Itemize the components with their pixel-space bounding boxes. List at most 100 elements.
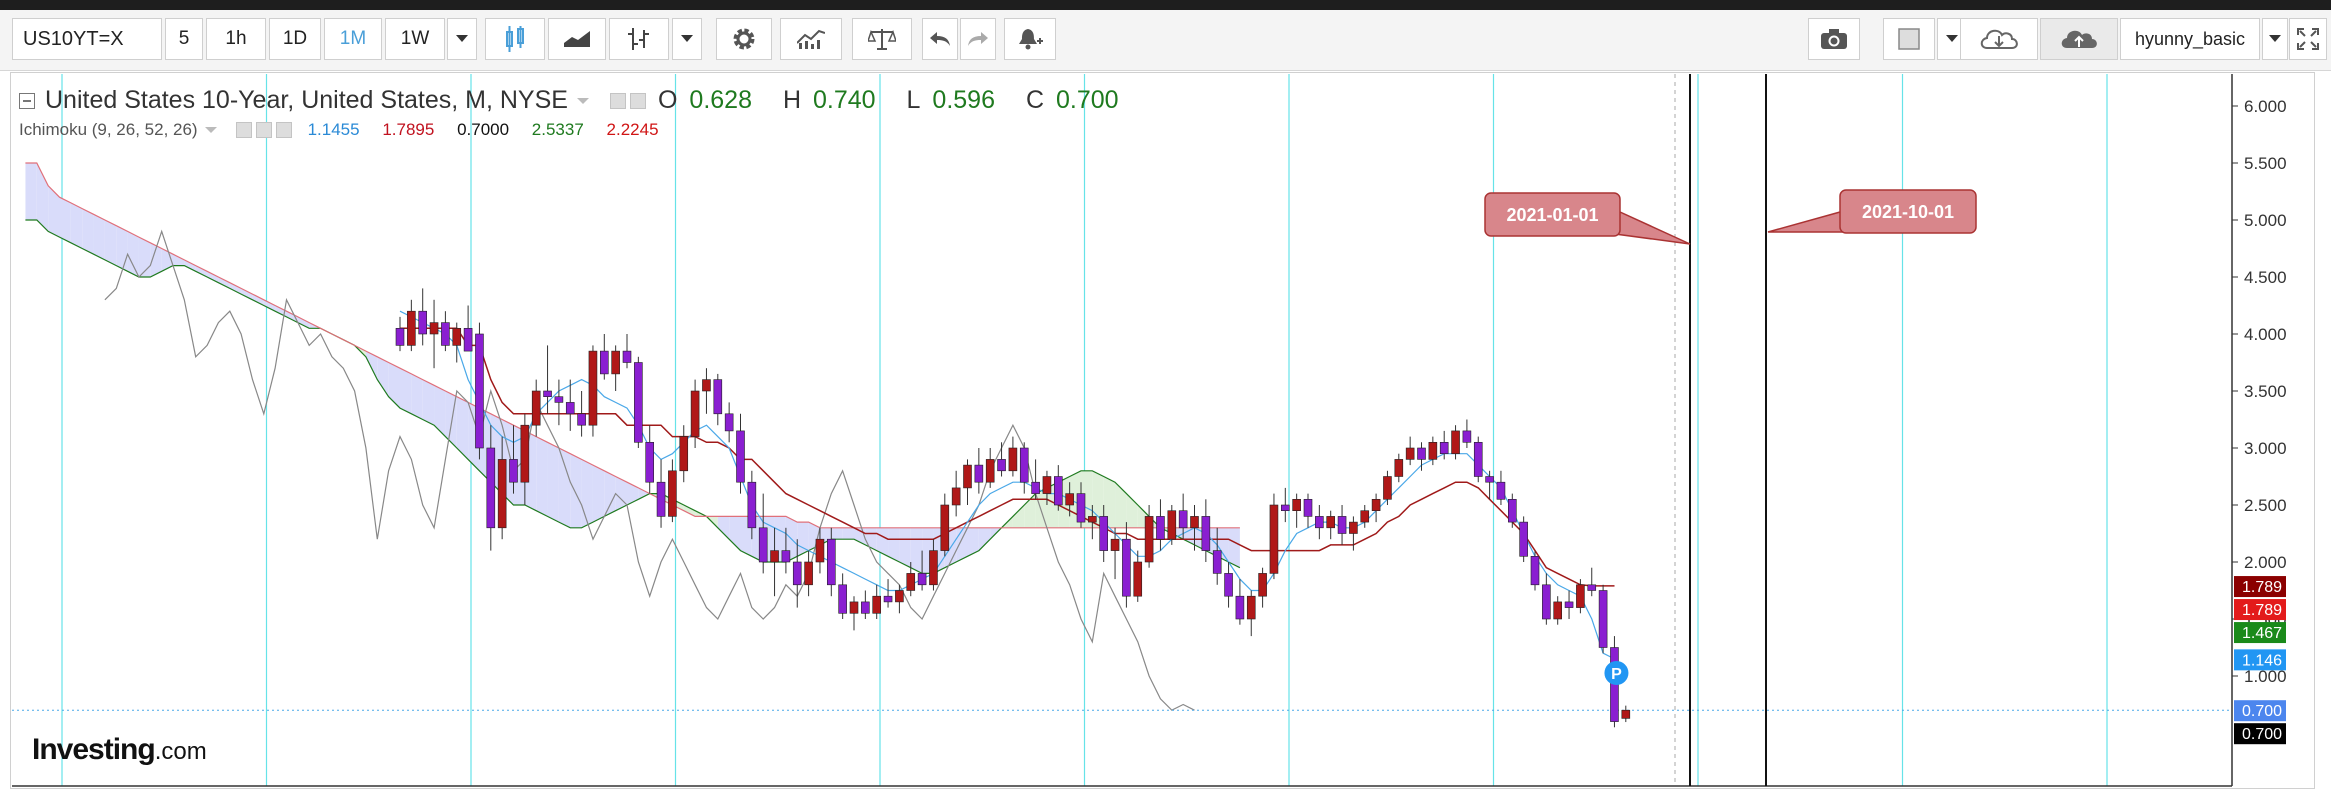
candle[interactable] <box>554 396 564 403</box>
candle[interactable] <box>509 459 518 483</box>
candle[interactable] <box>645 441 655 483</box>
candle[interactable] <box>1473 441 1483 477</box>
candle[interactable] <box>407 310 416 346</box>
candle[interactable] <box>1281 504 1290 511</box>
candle[interactable] <box>1088 516 1097 523</box>
candle[interactable] <box>849 601 859 614</box>
candle[interactable] <box>951 487 961 506</box>
candle[interactable] <box>1349 521 1358 534</box>
candle[interactable] <box>1451 430 1460 454</box>
candle[interactable] <box>1019 447 1029 483</box>
candle[interactable] <box>588 350 598 426</box>
candle[interactable] <box>702 379 711 392</box>
candle[interactable] <box>1383 476 1392 500</box>
candle[interactable] <box>441 322 450 346</box>
candle[interactable] <box>963 464 972 489</box>
candle[interactable] <box>1439 441 1449 454</box>
candle[interactable] <box>1598 590 1608 648</box>
candle[interactable] <box>1076 493 1086 523</box>
candle[interactable] <box>1496 481 1506 500</box>
legend-dropdown-icon[interactable] <box>576 96 590 106</box>
candle[interactable] <box>1042 476 1052 494</box>
candle[interactable] <box>1530 555 1540 586</box>
candle[interactable] <box>815 538 825 563</box>
candle[interactable] <box>895 590 904 603</box>
indicator-dropdown-icon[interactable] <box>204 125 218 135</box>
candle[interactable] <box>1008 447 1018 472</box>
collapse-legend-icon[interactable] <box>19 92 35 109</box>
candle[interactable] <box>486 447 496 529</box>
candle[interactable] <box>1315 516 1324 529</box>
candle[interactable] <box>1417 447 1426 460</box>
candle[interactable] <box>1553 601 1562 620</box>
candle[interactable] <box>985 459 995 483</box>
candle[interactable] <box>770 550 779 563</box>
candle[interactable] <box>611 350 620 375</box>
candle[interactable] <box>1122 538 1131 597</box>
candle[interactable] <box>1371 498 1381 511</box>
candle[interactable] <box>1587 584 1597 591</box>
candle[interactable] <box>497 459 507 529</box>
candle[interactable] <box>929 550 938 586</box>
indicator-settings-icon[interactable] <box>255 122 272 138</box>
candle[interactable] <box>429 322 439 335</box>
candle[interactable] <box>622 350 632 363</box>
candle[interactable] <box>1178 510 1188 529</box>
candle[interactable] <box>997 459 1006 472</box>
candle[interactable] <box>917 573 927 586</box>
candle[interactable] <box>1303 498 1313 517</box>
candle[interactable] <box>1326 516 1335 529</box>
candle[interactable] <box>1519 521 1528 557</box>
candle[interactable] <box>792 561 802 586</box>
candle[interactable] <box>565 402 575 415</box>
candle[interactable] <box>974 464 984 483</box>
candle[interactable] <box>1167 510 1177 540</box>
candle[interactable] <box>1246 595 1256 620</box>
candle[interactable] <box>1212 550 1222 574</box>
candle[interactable] <box>690 390 700 437</box>
candle[interactable] <box>1065 493 1074 506</box>
candle[interactable] <box>758 527 768 563</box>
candle[interactable] <box>1269 504 1279 574</box>
eye-icon[interactable] <box>609 92 626 109</box>
candle[interactable] <box>1190 516 1199 529</box>
candle[interactable] <box>1485 476 1494 483</box>
candle[interactable] <box>418 310 428 335</box>
candle[interactable] <box>679 436 689 472</box>
candle[interactable] <box>906 573 916 591</box>
candle[interactable] <box>668 470 677 517</box>
candle[interactable] <box>543 390 552 397</box>
candle[interactable] <box>395 327 405 346</box>
candle[interactable] <box>1201 516 1211 551</box>
candle[interactable] <box>1031 481 1040 494</box>
candle[interactable] <box>1542 584 1551 620</box>
candle[interactable] <box>1292 498 1301 511</box>
candle[interactable] <box>577 413 586 426</box>
candle[interactable] <box>1144 516 1154 563</box>
candle[interactable] <box>463 327 473 352</box>
candle[interactable] <box>1360 510 1370 523</box>
indicator-close-icon[interactable] <box>275 122 292 138</box>
candle[interactable] <box>883 595 893 603</box>
candle[interactable] <box>804 561 813 586</box>
candle[interactable] <box>781 550 791 563</box>
candle[interactable] <box>1462 430 1472 443</box>
candle[interactable] <box>1099 516 1108 551</box>
candle[interactable] <box>1428 441 1438 460</box>
candle[interactable] <box>1394 459 1404 477</box>
candle[interactable] <box>452 327 462 346</box>
candle[interactable] <box>475 333 484 449</box>
candle[interactable] <box>1258 573 1267 597</box>
candle[interactable] <box>1508 498 1517 523</box>
candle[interactable] <box>861 601 870 614</box>
candle[interactable] <box>1576 584 1585 608</box>
candle[interactable] <box>1110 538 1120 551</box>
candle[interactable] <box>1405 447 1415 460</box>
candle[interactable] <box>656 481 666 517</box>
legend-settings-icon[interactable] <box>629 92 646 109</box>
candle[interactable] <box>520 424 530 483</box>
candle[interactable] <box>1337 516 1347 534</box>
candle[interactable] <box>736 430 745 483</box>
candle[interactable] <box>1564 601 1574 608</box>
candle[interactable] <box>1621 709 1631 719</box>
